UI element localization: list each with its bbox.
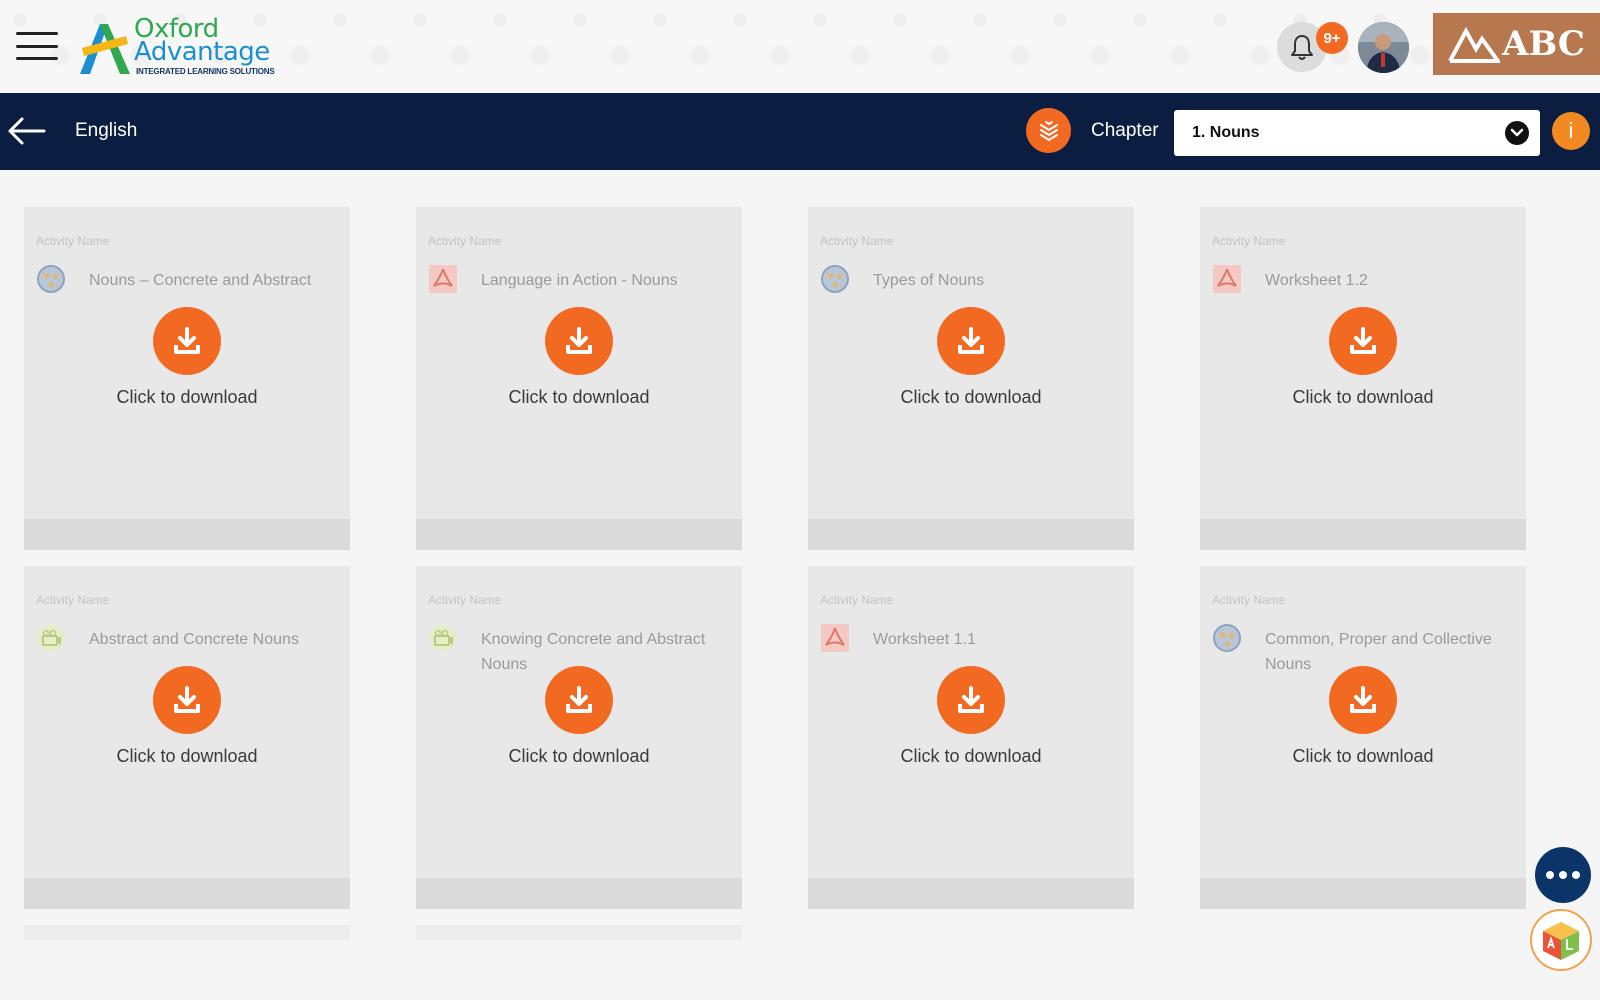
card-footer — [24, 878, 350, 909]
logo-tagline: INTEGRATED LEARNING SOLUTIONS — [136, 67, 275, 76]
download-label[interactable]: Click to download — [24, 746, 350, 767]
download-icon — [958, 686, 984, 713]
download-icon — [174, 686, 200, 713]
school-logo: ABC — [1433, 13, 1600, 75]
card-kicker: Activity Name — [820, 234, 894, 248]
download-label[interactable]: Click to download — [808, 746, 1134, 767]
user-photo-icon — [1358, 22, 1409, 73]
back-button[interactable] — [6, 113, 46, 149]
chevron-down-icon — [1505, 121, 1529, 145]
bell-icon — [1291, 35, 1313, 60]
activity-card: Activity Name Knowing Concrete and Abstr… — [416, 566, 742, 909]
user-avatar[interactable] — [1358, 22, 1409, 73]
oxford-advantage-logo[interactable]: Oxford Advantage INTEGRATED LEARNING SOL… — [76, 14, 275, 78]
logo-line-2: Advantage — [134, 37, 270, 67]
download-label[interactable]: Click to download — [416, 387, 742, 408]
globe-icon — [1213, 624, 1241, 652]
download-button[interactable] — [153, 307, 221, 375]
download-icon — [566, 327, 592, 354]
more-options-button[interactable] — [1535, 847, 1591, 903]
download-icon — [174, 327, 200, 354]
activity-card: Activity Name Abstract and Concrete Noun… — [24, 566, 350, 909]
download-label[interactable]: Click to download — [1200, 746, 1526, 767]
chapter-selected-value: 1. Nouns — [1192, 124, 1260, 141]
card-title: Common, Proper and Collective Nouns — [1265, 631, 1492, 673]
card-footer — [1200, 878, 1526, 909]
logo-mark-icon — [80, 24, 130, 74]
card-title: Language in Action - Nouns — [481, 272, 678, 289]
download-label[interactable]: Click to download — [24, 387, 350, 408]
ellipsis-icon — [1546, 871, 1554, 879]
info-button[interactable]: i — [1552, 112, 1590, 150]
card-placeholder — [416, 925, 742, 940]
card-kicker: Activity Name — [428, 593, 502, 607]
activity-card: Activity Name Language in Action - Nouns… — [416, 207, 742, 550]
card-footer — [24, 519, 350, 550]
download-button[interactable] — [153, 666, 221, 734]
card-placeholder — [24, 925, 350, 940]
pdf-icon — [1213, 265, 1241, 293]
download-icon — [566, 686, 592, 713]
arrow-left-icon — [8, 117, 46, 145]
download-icon — [1350, 686, 1376, 713]
download-button[interactable] — [937, 307, 1005, 375]
card-kicker: Activity Name — [1212, 593, 1286, 607]
notification-count-badge: 9+ — [1316, 22, 1348, 54]
card-title: Abstract and Concrete Nouns — [89, 631, 299, 648]
video-icon — [430, 625, 456, 651]
mountain-logo-icon — [1448, 26, 1501, 63]
resources-layers-button[interactable] — [1026, 108, 1071, 153]
activity-card: Activity Name Worksheet 1.1 Click to dow… — [808, 566, 1134, 909]
card-footer — [808, 519, 1134, 550]
activity-card: Activity Name Nouns – Concrete and Abstr… — [24, 207, 350, 550]
video-icon — [38, 625, 64, 651]
learning-cube-button[interactable] — [1530, 909, 1592, 971]
pdf-icon — [429, 265, 457, 293]
card-kicker: Activity Name — [36, 593, 110, 607]
card-footer — [1200, 519, 1526, 550]
card-footer — [416, 878, 742, 909]
card-title: Worksheet 1.1 — [873, 631, 976, 648]
globe-icon — [37, 265, 65, 293]
card-title: Types of Nouns — [873, 272, 985, 289]
school-logo-text: ABC — [1502, 24, 1585, 64]
alphabet-cube-icon — [1543, 922, 1579, 960]
card-kicker: Activity Name — [820, 593, 894, 607]
card-kicker: Activity Name — [36, 234, 110, 248]
pdf-icon — [821, 624, 849, 652]
download-label[interactable]: Click to download — [416, 746, 742, 767]
card-footer — [416, 519, 742, 550]
card-kicker: Activity Name — [1212, 234, 1286, 248]
download-button[interactable] — [545, 666, 613, 734]
globe-icon — [821, 265, 849, 293]
top-header: Oxford Advantage INTEGRATED LEARNING SOL… — [0, 0, 1600, 93]
download-button[interactable] — [545, 307, 613, 375]
download-button[interactable] — [1329, 666, 1397, 734]
download-label[interactable]: Click to download — [1200, 387, 1526, 408]
info-icon: i — [1568, 118, 1574, 143]
download-icon — [958, 327, 984, 354]
download-button[interactable] — [1329, 307, 1397, 375]
subject-navbar: English Chapter 1. Nouns i — [0, 93, 1600, 170]
download-label[interactable]: Click to download — [808, 387, 1134, 408]
chapter-label: Chapter — [1091, 120, 1159, 141]
card-kicker: Activity Name — [428, 234, 502, 248]
card-title: Nouns – Concrete and Abstract — [89, 272, 312, 289]
activity-card: Activity Name Worksheet 1.2 Click to dow… — [1200, 207, 1526, 550]
card-footer — [808, 878, 1134, 909]
card-title: Knowing Concrete and Abstract Nouns — [481, 631, 706, 673]
menu-icon[interactable] — [16, 32, 58, 60]
layers-icon — [1039, 120, 1058, 141]
card-title: Worksheet 1.2 — [1265, 272, 1368, 289]
subject-title: English — [75, 120, 138, 141]
download-icon — [1350, 327, 1376, 354]
download-button[interactable] — [937, 666, 1005, 734]
activity-card: Activity Name Common, Proper and Collect… — [1200, 566, 1526, 909]
chapter-select[interactable]: 1. Nouns — [1174, 110, 1540, 156]
activity-card: Activity Name Types of Nouns Click to do… — [808, 207, 1134, 550]
